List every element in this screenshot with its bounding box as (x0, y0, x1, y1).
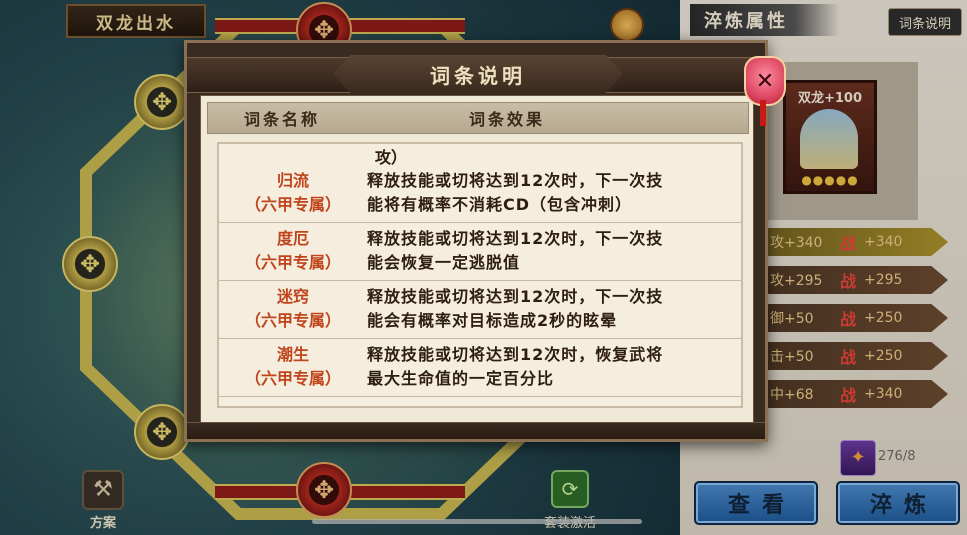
term-effect-cell: 释放技能或切将达到12次时，下一次技 能会恢复一定逃脱值 (367, 222, 737, 280)
term-name-cell: 度厄 （六甲专属） (219, 222, 367, 280)
table-row: 潮生 （六甲专属） 释放技能或切将达到12次时，恢复武将 最大生命值的一定百分比 (219, 338, 741, 397)
term-name-cell: 归流 （六甲专属） (219, 164, 367, 222)
term-tag: （六甲专属） (244, 195, 341, 214)
term-tag: （六甲专属） (244, 369, 341, 388)
close-dialog-button[interactable]: ✕ (744, 56, 786, 106)
tassel-icon (760, 100, 766, 126)
term-effect-cell: 释放技能或切将达到12次时，下一次技 能会有概率对目标造成2秒的眩晕 (367, 280, 737, 338)
table-header: 词条名称 词条效果 (207, 102, 749, 134)
term-name: 归流 (276, 171, 309, 190)
term-effect-line: 能会恢复一定逃脱值 (367, 253, 521, 272)
term-effect-line: 释放技能或切将达到12次时，下一次技 (367, 287, 664, 306)
table-row: 迷窍 （六甲专属） 释放技能或切将达到12次时，下一次技 能会有概率对目标造成2… (219, 280, 741, 339)
term-effect-cell: 释放技能或切将达到12次时，下一次技 能将有概率不消耗CD（包含冲刺） (367, 164, 737, 222)
close-icon: ✕ (755, 68, 775, 94)
column-header-effect: 词条效果 (468, 110, 545, 129)
term-tag: （六甲专属） (244, 253, 341, 272)
table-row: 归流 （六甲专属） 释放技能或切将达到12次时，下一次技 能将有概率不消耗CD（… (219, 164, 741, 223)
term-name: 潮生 (276, 345, 309, 364)
term-effect-line: 释放技能或切将达到12次时，下一次技 (367, 229, 664, 248)
table-row: 度厄 （六甲专属） 释放技能或切将达到12次时，下一次技 能会恢复一定逃脱值 (219, 222, 741, 281)
term-explanation-dialog: 词条说明 词条名称 词条效果 攻） 归流 （六甲专属） 释放技能或切将达到12次… (184, 40, 768, 442)
term-name-cell: 潮生 （六甲专属） (219, 338, 367, 396)
term-effect-line: 能会有概率对目标造成2秒的眩晕 (367, 311, 618, 330)
term-effect-cell: 释放技能或切将达到12次时，恢复武将 最大生命值的一定百分比 (367, 338, 737, 396)
term-effect-line: 释放技能或切将达到12次时，下一次技 (367, 171, 664, 190)
dialog-body: 词条名称 词条效果 攻） 归流 （六甲专属） 释放技能或切将达到12次时，下一次… (200, 95, 754, 431)
term-name: 迷窍 (276, 287, 309, 306)
column-header-name: 词条名称 (243, 110, 320, 129)
term-effect-line: 释放技能或切将达到12次时，恢复武将 (367, 345, 664, 364)
term-list[interactable]: 攻） 归流 （六甲专属） 释放技能或切将达到12次时，下一次技 能将有概率不消耗… (217, 142, 743, 408)
dialog-title: 词条说明 (333, 55, 623, 93)
term-name: 度厄 (276, 229, 309, 248)
term-tag: （六甲专属） (244, 311, 341, 330)
term-effect-line: 能将有概率不消耗CD（包含冲刺） (367, 195, 633, 214)
dialog-footer-bar (187, 422, 765, 439)
term-effect-line: 最大生命值的一定百分比 (367, 369, 555, 388)
term-name-cell: 迷窍 （六甲专属） (219, 280, 367, 338)
